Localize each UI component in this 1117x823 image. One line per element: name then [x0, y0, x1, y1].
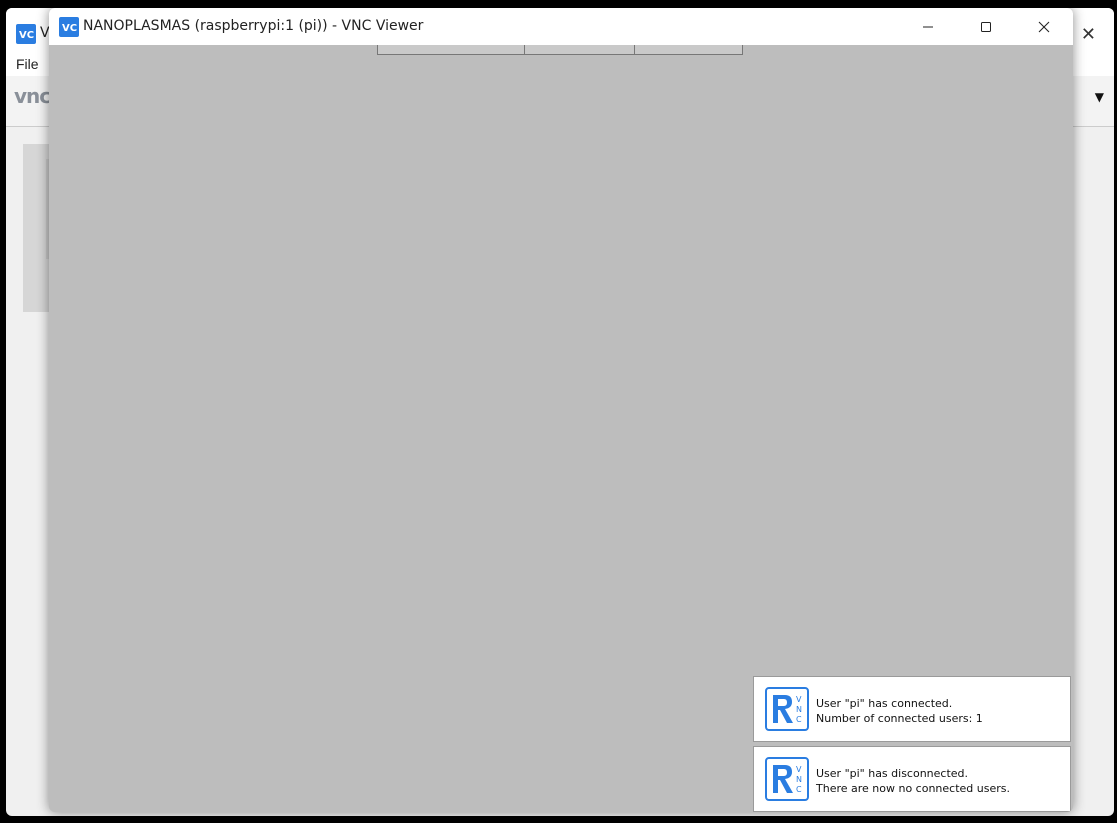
svg-text:C: C: [796, 785, 802, 794]
notification-line: User "pi" has disconnected.: [816, 767, 969, 780]
maximize-button[interactable]: [957, 8, 1015, 45]
menu-file[interactable]: File: [16, 56, 39, 72]
chevron-down-icon[interactable]: ▼: [1095, 90, 1104, 104]
notification-toast[interactable]: V N C User "pi" has disconnected. There …: [753, 746, 1071, 812]
vnc-viewer-icon: VC: [59, 17, 79, 37]
realvnc-icon: V N C: [765, 757, 809, 801]
minimize-icon: [923, 26, 933, 27]
close-button[interactable]: [1015, 8, 1073, 45]
vnc-viewer-icon: VC: [16, 24, 36, 44]
vnc-viewer-window[interactable]: VC NANOPLASMAS (raspberrypi:1 (pi)) - VN…: [49, 8, 1073, 812]
notification-line: There are now no connected users.: [816, 782, 1010, 795]
background-close-icon[interactable]: ✕: [1081, 24, 1096, 45]
svg-text:VC: VC: [62, 23, 77, 34]
vnc-logo: vnc: [14, 84, 51, 108]
vnc-titlebar[interactable]: VC NANOPLASMAS (raspberrypi:1 (pi)) - VN…: [49, 8, 1073, 45]
svg-text:N: N: [796, 705, 802, 714]
close-icon: [1038, 21, 1050, 32]
notification-line: User "pi" has connected.: [816, 697, 953, 710]
svg-text:C: C: [796, 715, 802, 724]
svg-text:V: V: [796, 695, 802, 704]
realvnc-icon: V N C: [765, 687, 809, 731]
notification-toast[interactable]: V N C User "pi" has connected. Number of…: [753, 676, 1071, 742]
notification-text: User "pi" has connected. Number of conne…: [816, 696, 983, 726]
notification-line: Number of connected users: 1: [816, 712, 983, 725]
maximize-icon: [981, 21, 991, 32]
notification-text: User "pi" has disconnected. There are no…: [816, 766, 1010, 796]
svg-text:N: N: [796, 775, 802, 784]
window-title: NANOPLASMAS (raspberrypi:1 (pi)) - VNC V…: [83, 18, 424, 34]
minimize-button[interactable]: [899, 8, 957, 45]
svg-text:V: V: [796, 765, 802, 774]
svg-text:VC: VC: [19, 30, 34, 41]
